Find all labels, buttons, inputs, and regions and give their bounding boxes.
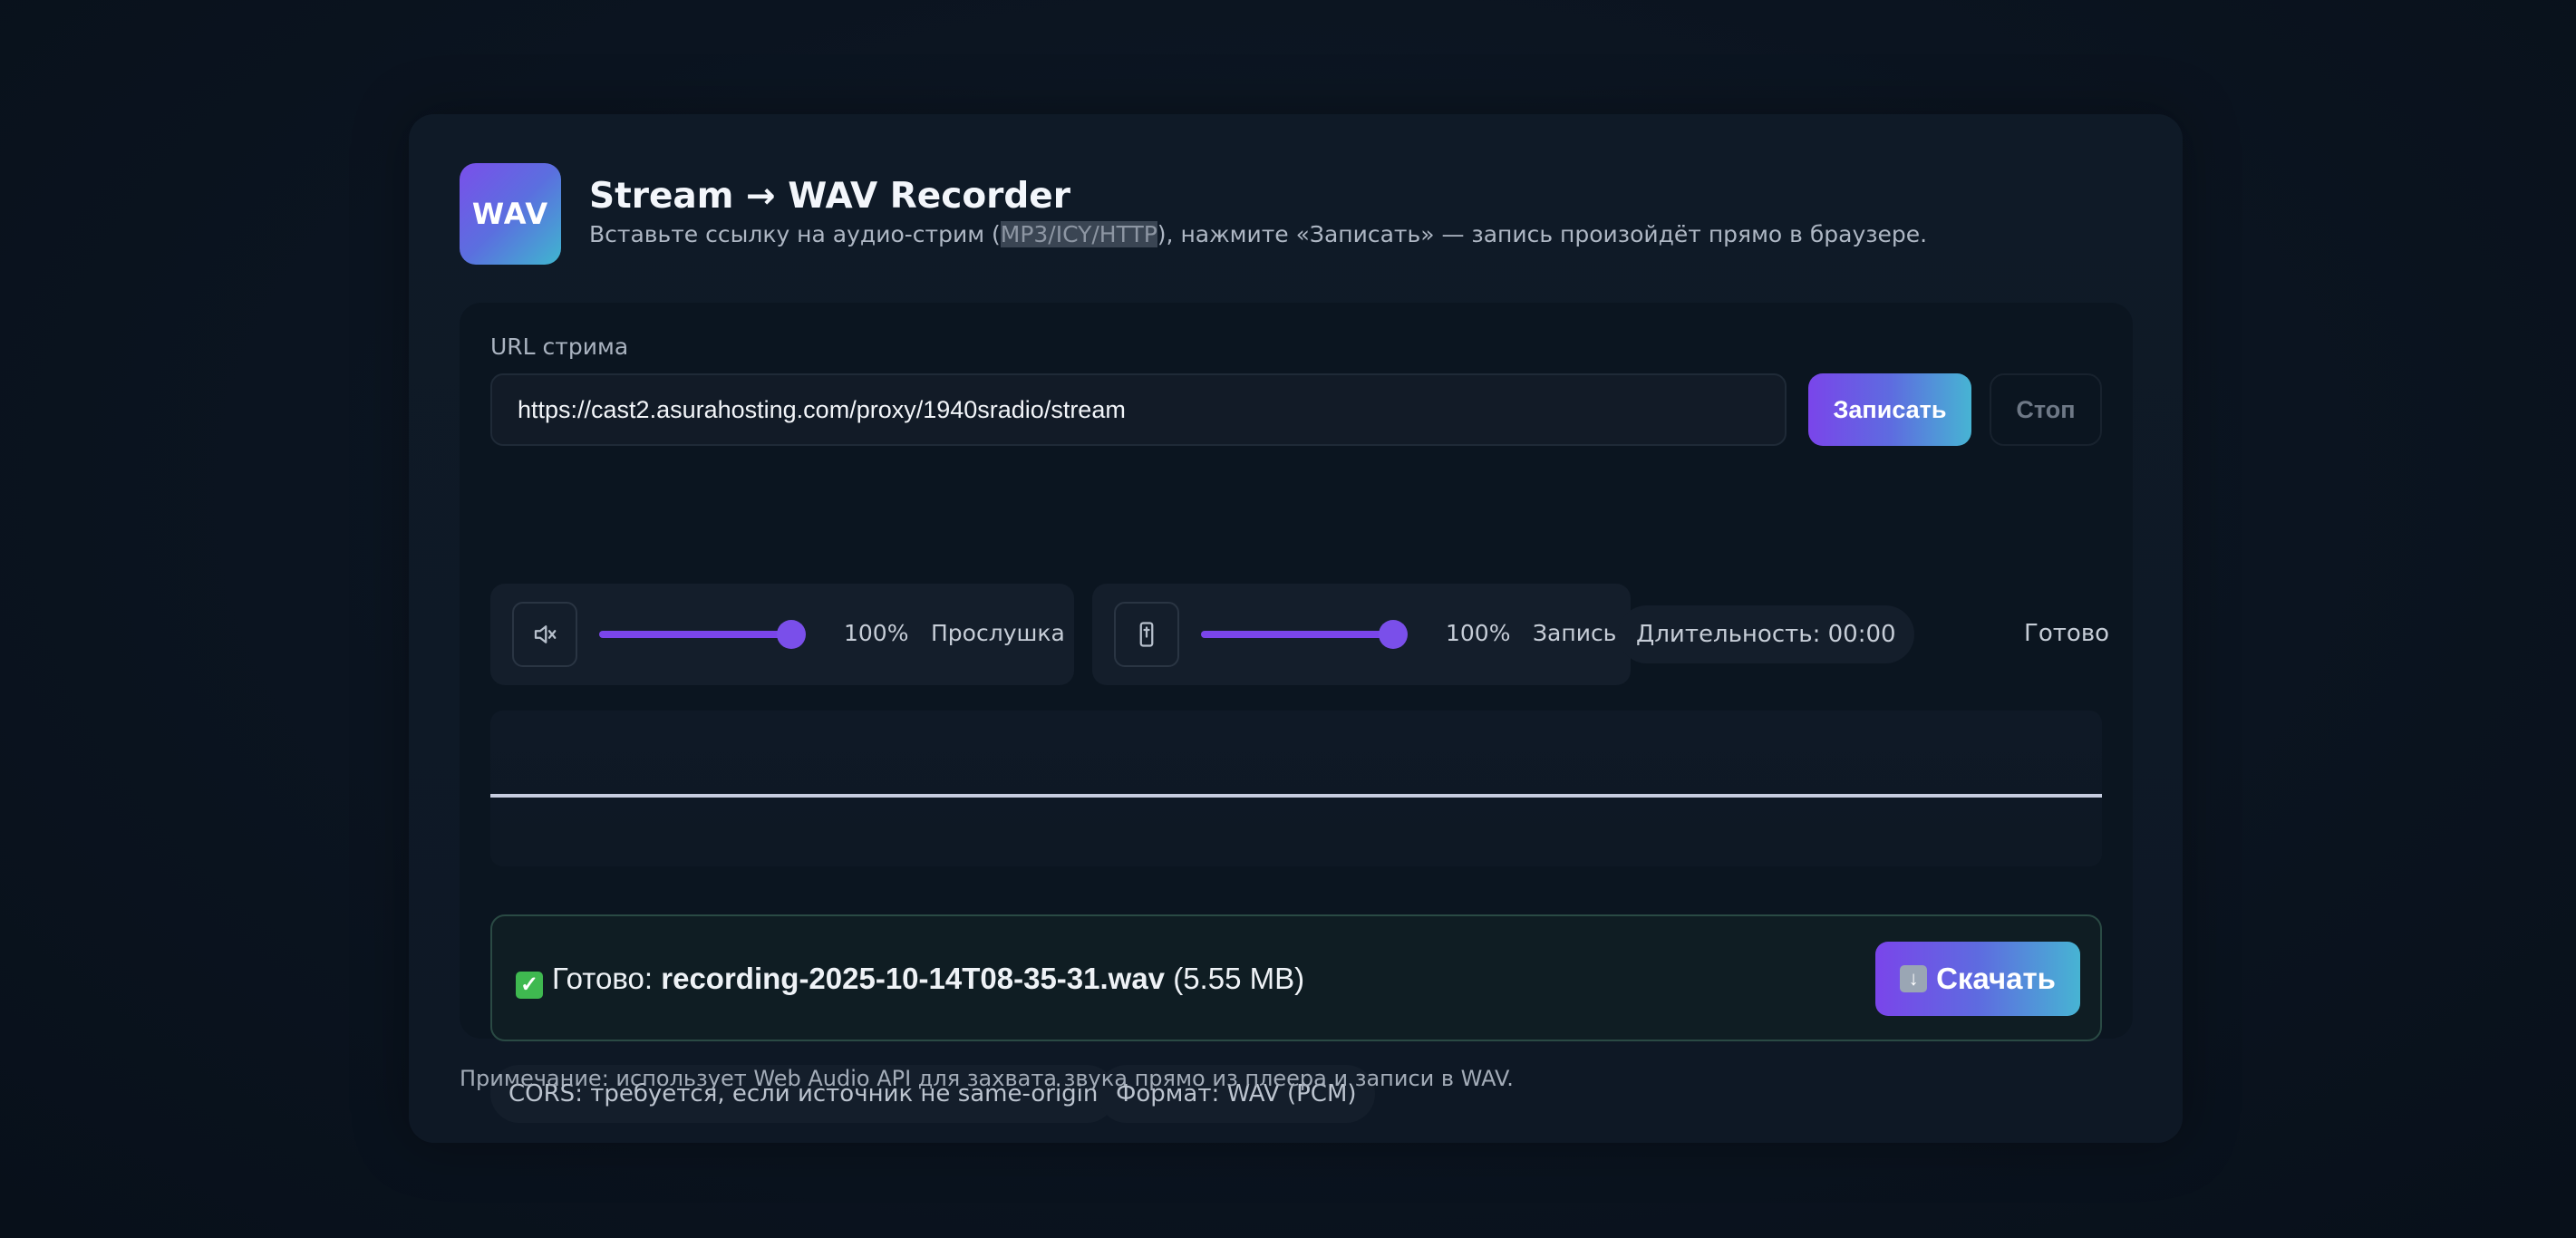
microphone-button[interactable] bbox=[1114, 602, 1179, 667]
microphone-icon bbox=[1139, 622, 1154, 647]
result-prefix: Готово: bbox=[552, 962, 654, 995]
subtitle-highlight: MP3/ICY/HTTP bbox=[1000, 221, 1157, 247]
result-panel: ✓ Готово: recording-2025-10-14T08-35-31.w… bbox=[490, 914, 2102, 1041]
recording-volume-percent: 100% bbox=[1446, 620, 1511, 646]
status-text: Готово bbox=[2024, 620, 2110, 647]
recorder-panel: URL стрима Записать Стоп 100% Прослушка bbox=[460, 303, 2133, 1123]
subtitle-text-end: ), нажмите «Записать» — запись произойдё… bbox=[1157, 221, 1928, 247]
waveform-display bbox=[490, 711, 2102, 866]
download-icon: ↓ bbox=[1900, 965, 1928, 992]
result-filename: recording-2025-10-14T08-35-31.wav bbox=[661, 962, 1166, 995]
page-title: Stream → WAV Recorder bbox=[589, 176, 1070, 217]
download-button[interactable]: ↓ Скачать bbox=[1875, 942, 2080, 1016]
url-label: URL стрима bbox=[490, 334, 629, 360]
recording-control: 100% Запись bbox=[1092, 584, 1631, 685]
monitor-label: Прослушка bbox=[931, 620, 1065, 646]
subtitle-text-start: Вставьте ссылку на аудио-стрим ( bbox=[589, 221, 1001, 247]
page-subtitle: Вставьте ссылку на аудио-стрим (MP3/ICY/… bbox=[589, 221, 1927, 247]
download-label: Скачать bbox=[1936, 962, 2056, 995]
monitor-volume-slider[interactable] bbox=[599, 631, 791, 638]
record-button[interactable]: Записать bbox=[1808, 373, 1971, 446]
footer-note: Примечание: использует Web Audio API для… bbox=[460, 1066, 1514, 1091]
stream-url-input[interactable] bbox=[490, 373, 1787, 446]
monitor-volume-handle[interactable] bbox=[777, 620, 806, 649]
stop-button[interactable]: Стоп bbox=[1990, 373, 2102, 446]
logo-text: WAV bbox=[471, 197, 549, 231]
monitor-control: 100% Прослушка bbox=[490, 584, 1074, 685]
recording-volume-slider[interactable] bbox=[1201, 631, 1393, 638]
app-logo: WAV bbox=[460, 163, 561, 265]
mute-toggle-button[interactable] bbox=[512, 602, 577, 667]
result-message: ✓ Готово: recording-2025-10-14T08-35-31.w… bbox=[516, 962, 1304, 999]
monitor-volume-percent: 100% bbox=[844, 620, 909, 646]
speaker-muted-icon bbox=[534, 625, 557, 643]
recorder-card: WAV Stream → WAV Recorder Вставьте ссылк… bbox=[409, 114, 2183, 1143]
recording-label: Запись bbox=[1533, 620, 1617, 646]
check-icon: ✓ bbox=[516, 972, 543, 999]
result-size: (5.55 MB) bbox=[1173, 962, 1305, 995]
recording-volume-handle[interactable] bbox=[1379, 620, 1408, 649]
waveform-canvas bbox=[490, 794, 2102, 798]
duration-badge: Длительность: 00:00 bbox=[1618, 605, 1914, 663]
